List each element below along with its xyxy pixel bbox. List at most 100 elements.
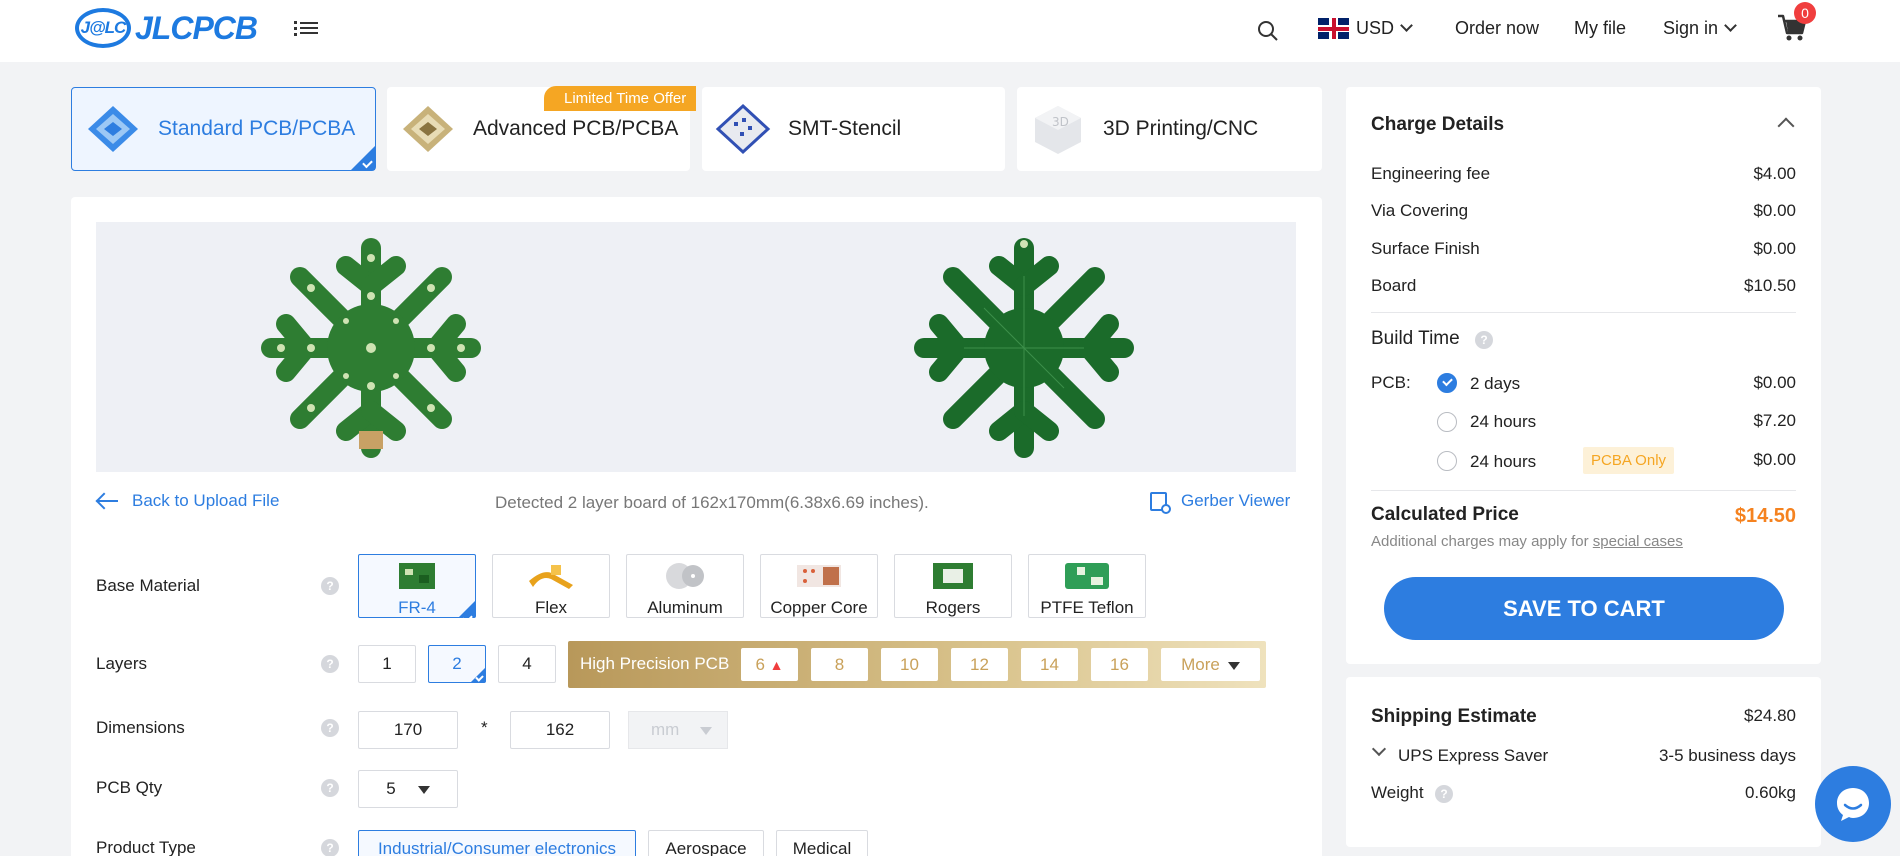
calculated-price-value: $14.50 (1734, 505, 1796, 527)
shipping-method[interactable]: UPS Express Saver (1398, 746, 1548, 766)
material-ptfe-teflon[interactable]: PTFE Teflon (1028, 554, 1146, 618)
currency-selector[interactable]: USD (1356, 18, 1413, 39)
tab-smt-stencil[interactable]: SMT-Stencil (702, 87, 1005, 171)
product-type-industrial[interactable]: Industrial/Consumer electronics (358, 830, 636, 856)
search-icon[interactable] (1257, 20, 1279, 42)
special-cases-link[interactable]: special cases (1593, 533, 1683, 550)
additional-charges-note: Additional charges may apply for special… (1371, 533, 1683, 550)
hp-layer-8[interactable]: 8 (811, 648, 868, 681)
shipping-value: $24.80 (1744, 706, 1796, 725)
selected-check-icon (459, 601, 475, 617)
high-precision-label: High Precision PCB (580, 654, 730, 673)
build-option-2-days[interactable] (1437, 373, 1457, 393)
layers-label: Layers (96, 654, 148, 673)
material-label: Aluminum (647, 598, 723, 617)
unit-select[interactable]: mm (628, 711, 728, 749)
charge-value: $0.00 (1753, 201, 1796, 220)
charge-value: $10.50 (1744, 276, 1796, 295)
dimension-separator: * (481, 718, 488, 737)
tab-standard-pcb[interactable]: Standard PCB/PCBA (71, 87, 376, 171)
help-icon[interactable]: ? (321, 719, 339, 737)
material-label: FR-4 (398, 598, 436, 617)
tab-label: Standard PCB/PCBA (158, 117, 356, 140)
selected-check-icon (351, 146, 375, 170)
pcb-label: PCB: (1371, 373, 1411, 392)
pcb-qty-label: PCB Qty (96, 778, 163, 797)
calculated-price-title: Calculated Price (1371, 504, 1519, 525)
ptfe-teflon-icon (1065, 563, 1109, 589)
layer-option-1[interactable]: 1 (358, 645, 416, 683)
3d-printing-icon: 3D (1035, 106, 1081, 154)
note-text: Additional charges may apply for (1371, 533, 1593, 550)
chat-bubble-icon (1837, 788, 1869, 821)
build-option-label: 24 hours (1470, 412, 1537, 431)
material-aluminum[interactable]: Aluminum (626, 554, 744, 618)
hot-flame-icon: ▲ (769, 657, 784, 673)
shipping-title: Shipping Estimate (1371, 706, 1537, 727)
material-copper-core[interactable]: Copper Core (760, 554, 878, 618)
help-icon[interactable]: ? (321, 655, 339, 673)
help-icon[interactable]: ? (1435, 785, 1453, 803)
uk-flag-icon[interactable] (1318, 18, 1349, 39)
charge-label: Surface Finish (1371, 239, 1480, 258)
material-flex[interactable]: Flex (492, 554, 610, 618)
my-file-link[interactable]: My file (1574, 18, 1626, 39)
currency-label: USD (1356, 18, 1395, 38)
material-label: PTFE Teflon (1040, 598, 1134, 617)
chevron-down-icon (1400, 19, 1413, 32)
divider (1371, 312, 1796, 313)
menu-icon[interactable] (294, 19, 318, 39)
tab-3d-printing[interactable]: 3D 3D Printing/CNC (1017, 87, 1322, 171)
caret-down-icon (1227, 661, 1240, 670)
pcb-qty-select[interactable]: 5 (358, 770, 458, 808)
save-to-cart-button[interactable]: SAVE TO CART (1384, 577, 1784, 640)
pcb-preview (96, 222, 1296, 472)
jlcpcb-logo[interactable]: J@LC JLCPCB (75, 8, 258, 48)
help-icon[interactable]: ? (321, 839, 339, 856)
layer-option-4[interactable]: 4 (498, 645, 556, 683)
build-option-label: 24 hours (1470, 452, 1537, 471)
hp-layer-label: 6 (755, 655, 765, 674)
material-fr4[interactable]: FR-4 (358, 554, 476, 618)
charge-value: $4.00 (1753, 164, 1796, 183)
order-now-link[interactable]: Order now (1455, 18, 1539, 39)
weight-value: 0.60kg (1744, 783, 1796, 802)
tab-label: SMT-Stencil (788, 117, 902, 140)
qty-value: 5 (386, 779, 396, 798)
divider (1371, 490, 1796, 491)
hp-more-dropdown[interactable]: More (1161, 648, 1260, 681)
back-to-upload-link[interactable]: Back to Upload File (96, 491, 279, 511)
dimension-width-input[interactable]: 170 (358, 711, 458, 749)
logo-badge: J@LC (75, 8, 131, 48)
hp-layer-10[interactable]: 10 (881, 648, 938, 681)
build-option-24-hours-pcba[interactable] (1437, 451, 1457, 471)
detected-board-text: Detected 2 layer board of 162x170mm(6.38… (495, 493, 929, 512)
sign-in-label: Sign in (1663, 18, 1719, 38)
selected-check-icon (471, 668, 485, 682)
material-label: Copper Core (770, 598, 868, 617)
smt-stencil-icon (715, 103, 771, 155)
layer-option-label: 2 (452, 654, 462, 673)
hp-layer-16[interactable]: 16 (1091, 648, 1148, 681)
tab-label: 3D Printing/CNC (1103, 117, 1259, 140)
layer-option-2[interactable]: 2 (428, 645, 486, 683)
sign-in-menu[interactable]: Sign in (1663, 18, 1737, 39)
build-option-label: 2 days (1470, 374, 1521, 393)
gerber-viewer-link[interactable]: Gerber Viewer (1150, 491, 1290, 514)
top-header: J@LC JLCPCB USD Order now My file Sign i… (0, 0, 1900, 62)
hp-layer-14[interactable]: 14 (1021, 648, 1078, 681)
dimension-height-input[interactable]: 162 (510, 711, 610, 749)
help-icon[interactable]: ? (1475, 331, 1493, 349)
build-option-24-hours[interactable] (1437, 412, 1457, 432)
charge-details-title: Charge Details (1371, 114, 1505, 135)
product-type-medical[interactable]: Medical (776, 830, 868, 856)
dimensions-label: Dimensions (96, 718, 185, 737)
help-icon[interactable]: ? (321, 779, 339, 797)
material-rogers[interactable]: Rogers (894, 554, 1012, 618)
product-type-aerospace[interactable]: Aerospace (648, 830, 764, 856)
base-material-label: Base Material (96, 576, 200, 595)
chat-support-button[interactable] (1815, 766, 1891, 842)
help-icon[interactable]: ? (321, 577, 339, 595)
hp-layer-12[interactable]: 12 (951, 648, 1008, 681)
hp-layer-6[interactable]: 6 ▲ (741, 648, 798, 681)
